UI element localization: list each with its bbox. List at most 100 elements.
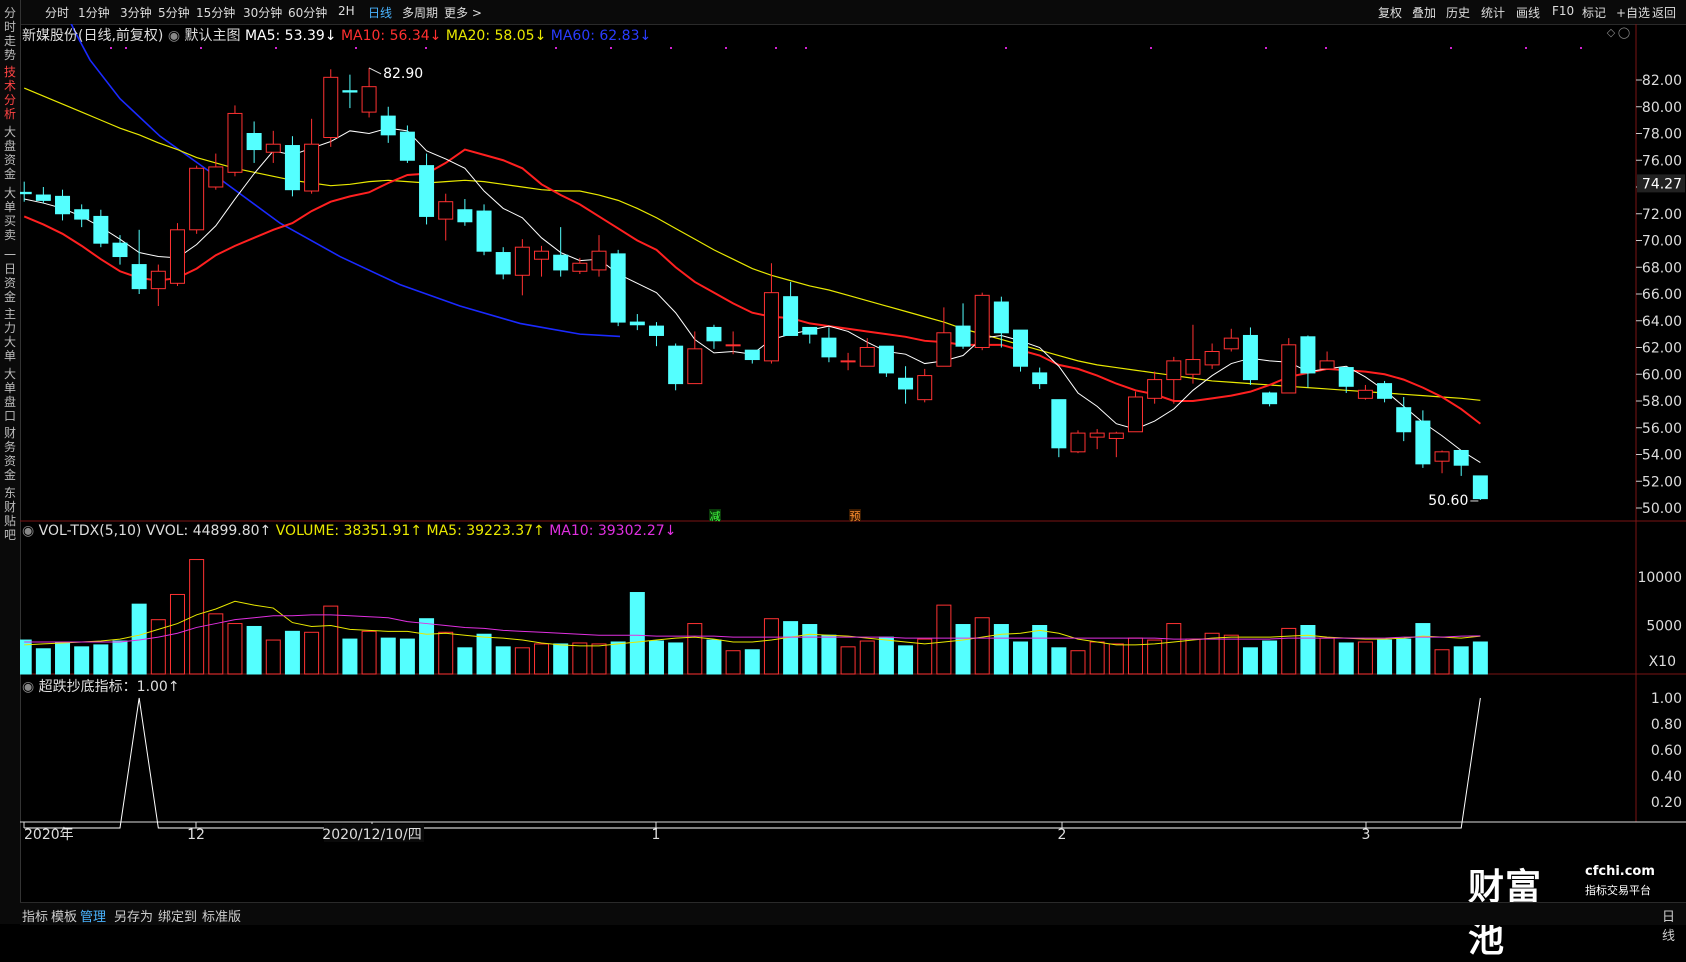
volume-bar[interactable] [1127,637,1143,675]
template-name[interactable]: 默认主图 [185,28,241,44]
candle-body[interactable] [1472,475,1488,500]
volume-bar[interactable] [763,618,779,675]
volume-bar[interactable] [1013,641,1029,675]
candle-body[interactable] [1166,360,1182,381]
volume-bar[interactable] [744,649,760,675]
toolbar-button-1[interactable]: 叠加 [1412,4,1436,21]
candle-body[interactable] [208,166,224,188]
toolbar-button-3[interactable]: 统计 [1481,4,1505,21]
candle-body[interactable] [1319,360,1335,370]
volume-bar[interactable] [227,623,243,675]
volume-bar[interactable] [955,624,971,675]
candle-body[interactable] [898,377,914,390]
volume-bar[interactable] [476,633,492,675]
volume-bar[interactable] [1281,627,1297,675]
period-tab-5[interactable]: 30分钟 [243,4,282,21]
volume-bar[interactable] [1032,625,1048,675]
toolbar-button-7[interactable]: +自选 [1616,4,1650,21]
volume-bar[interactable] [706,639,722,675]
volume-bar[interactable] [1147,639,1163,675]
volume-bar[interactable] [878,636,894,675]
volume-bar[interactable] [495,646,511,675]
side-tab-3[interactable]: 大单买卖 [2,186,18,242]
candle-body[interactable] [457,209,473,223]
volume-bar[interactable] [361,630,377,675]
side-tab-8[interactable]: 东财贴吧 [2,486,18,542]
period-tab-10[interactable]: 更多 > [444,4,482,21]
candle-body[interactable] [1415,420,1431,465]
volume-bar[interactable] [1051,647,1067,675]
volume-bar[interactable] [1070,650,1086,675]
bottom-tab-0[interactable]: 指标 [22,906,48,925]
volume-bar[interactable] [1319,637,1335,675]
volume-bar[interactable] [936,604,952,675]
candle-body[interactable] [840,360,856,363]
volume-bar[interactable] [821,634,837,675]
candle-body[interactable] [1032,372,1048,385]
volume-bar[interactable] [591,643,607,675]
volume-bar[interactable] [246,625,262,675]
bottom-tab-5[interactable]: 标准版 [202,906,241,925]
ind-dot-icon[interactable]: ◉ [22,679,39,695]
volume-bar[interactable] [1242,647,1258,675]
candle-body[interactable] [227,112,243,173]
candle-body[interactable] [993,301,1009,334]
candle-body[interactable] [974,294,990,348]
candle-body[interactable] [284,145,300,191]
toolbar-button-5[interactable]: F10 [1552,4,1574,18]
volume-bar[interactable] [553,643,569,675]
candle-body[interactable] [1013,329,1029,367]
side-tab-1[interactable]: 技术分析 [2,65,18,121]
candle-body[interactable] [438,201,454,220]
volume-bar[interactable] [859,640,875,675]
period-tab-8[interactable]: 日线 [368,4,392,21]
candle-body[interactable] [1281,344,1297,394]
period-tab-1[interactable]: 1分钟 [78,4,110,21]
volume-bar[interactable] [898,645,914,675]
volume-bar[interactable] [265,639,281,675]
volume-bar[interactable] [35,648,51,675]
candle-body[interactable] [1147,379,1163,399]
candle-body[interactable] [553,254,569,271]
volume-bar[interactable] [1300,625,1316,675]
candle-body[interactable] [936,332,952,367]
volume-bar[interactable] [687,623,703,675]
candle-body[interactable] [859,347,875,367]
toolbar-button-2[interactable]: 历史 [1446,4,1470,21]
candle-body[interactable] [572,262,588,272]
stock-chart-area[interactable]: 82.0080.0078.0076.0074.0072.0070.0068.00… [20,24,1686,902]
volume-bar[interactable] [1434,649,1450,675]
candle-body[interactable] [955,325,971,347]
volume-bar[interactable] [1166,623,1182,675]
candle-body[interactable] [629,321,645,326]
volume-bar[interactable] [1357,641,1373,675]
candle-body[interactable] [1089,432,1105,438]
period-tab-3[interactable]: 5分钟 [158,4,190,21]
volume-bar[interactable] [1108,643,1124,675]
candle-body[interactable] [1377,383,1393,399]
volume-bar[interactable] [284,630,300,675]
candle-body[interactable] [687,348,703,385]
toolbar-button-6[interactable]: 标记 [1582,4,1606,21]
candle-body[interactable] [1185,359,1201,375]
candle-body[interactable] [93,215,109,244]
candle-body[interactable] [476,210,492,252]
bottom-tab-2[interactable]: 管理 [80,906,106,925]
candle-body[interactable] [763,292,779,362]
bottom-tab-4[interactable]: 绑定到 [158,906,197,925]
volume-bar[interactable] [1415,623,1431,675]
volume-bar[interactable] [840,646,856,675]
volume-bar[interactable] [419,618,435,675]
candle-body[interactable] [1300,336,1316,374]
vol-indicator-name[interactable]: VOL-TDX(5,10) [39,523,142,539]
volume-bar[interactable] [1223,634,1239,675]
candle-body[interactable] [150,270,166,290]
volume-bar[interactable] [572,642,588,675]
candle-body[interactable] [265,143,281,153]
volume-bar[interactable] [112,640,128,675]
candle-body[interactable] [1434,451,1450,462]
volume-bar[interactable] [610,641,626,675]
period-tab-9[interactable]: 多周期 [402,4,438,21]
volume-bar[interactable] [457,647,473,675]
candle-body[interactable] [304,143,320,192]
